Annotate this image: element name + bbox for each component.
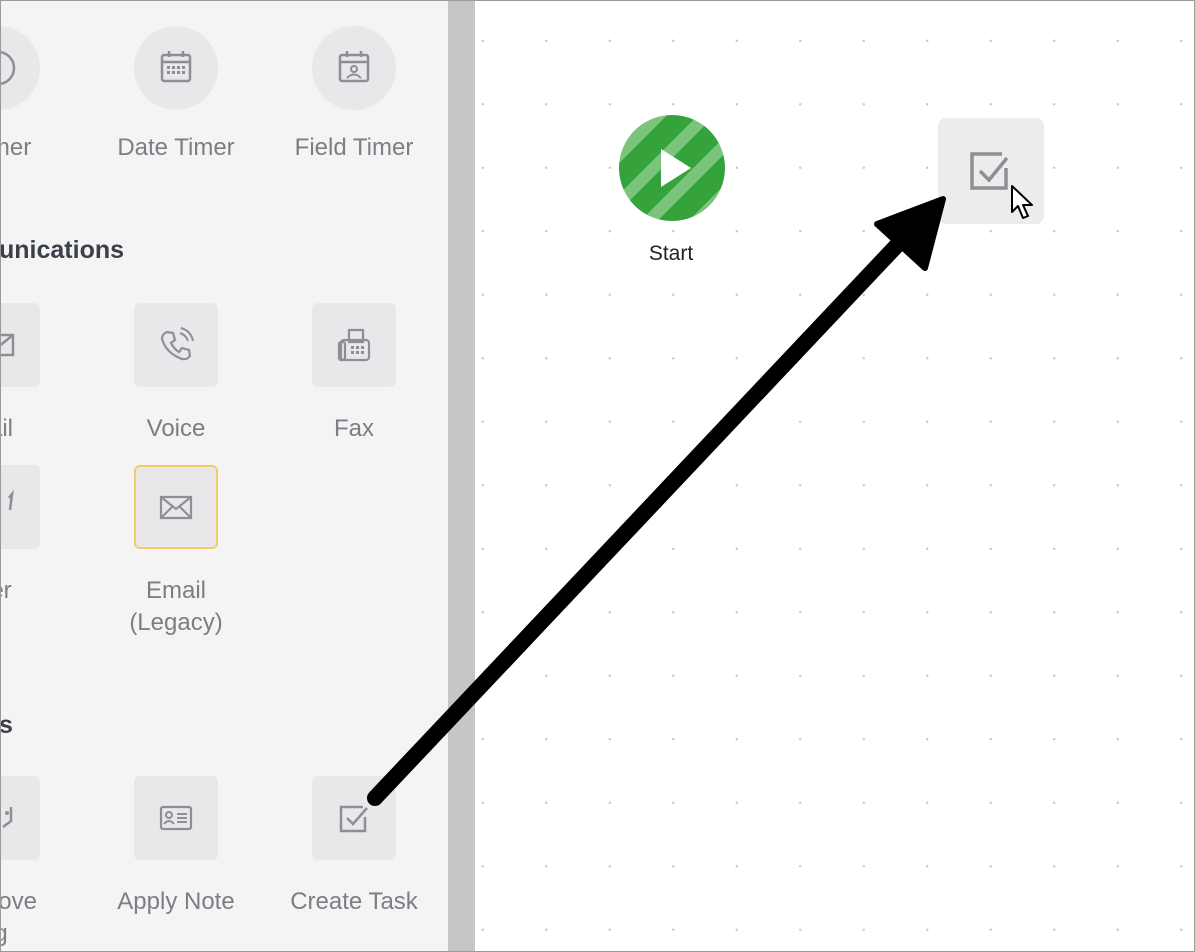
workflow-editor: Timer Date Timer Field Timer [0,0,1195,952]
mouse-cursor-icon [1011,185,1033,219]
drag-annotation-arrow [367,196,946,806]
